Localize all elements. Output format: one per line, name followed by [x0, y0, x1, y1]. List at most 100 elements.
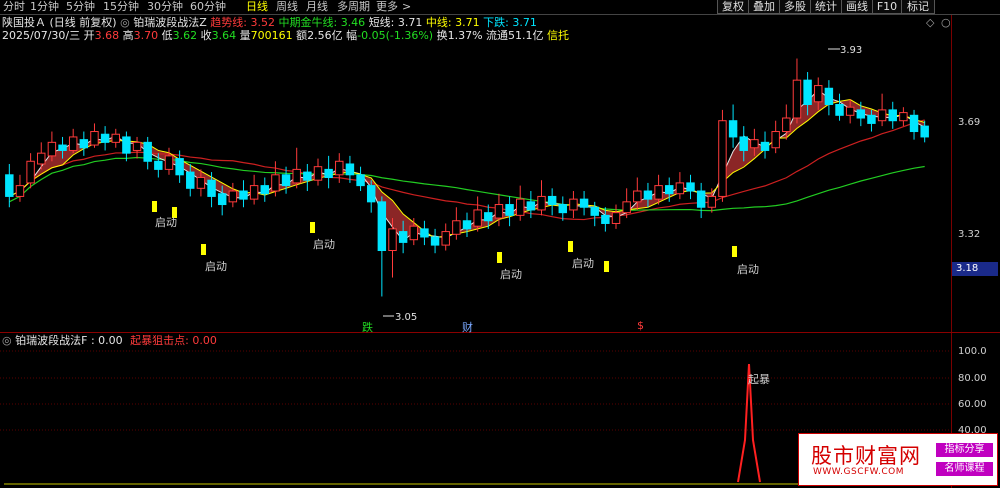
candle-down: [143, 141, 152, 162]
candle-down: [5, 174, 14, 197]
candle-up: [271, 174, 280, 192]
candle-down: [100, 133, 110, 143]
candle-down: [760, 141, 770, 151]
sub-tick-60: 60.00: [958, 399, 987, 410]
candle-down: [217, 193, 227, 206]
candle-down: [579, 198, 589, 208]
price-tick-332: 3.32: [958, 229, 981, 240]
sub-tick-80: 80.00: [958, 373, 987, 384]
candle-up: [37, 152, 46, 165]
candle-up: [792, 79, 802, 119]
candle-down: [643, 190, 653, 200]
signal-label-4: 启动: [500, 268, 522, 281]
candle-down: [696, 190, 706, 208]
candle-down: [665, 185, 674, 195]
candle-down: [803, 79, 812, 105]
candle-up: [845, 106, 855, 116]
candle-up: [452, 220, 461, 235]
candle-up: [68, 136, 78, 151]
candle-up: [473, 209, 482, 227]
signal-marker: [732, 246, 737, 257]
candle-down: [601, 214, 610, 224]
candle-up: [814, 85, 823, 103]
candle-down: [686, 182, 695, 192]
candle-down: [590, 206, 599, 216]
candle-down: [154, 160, 163, 170]
candle-up: [249, 185, 259, 200]
candle-down: [186, 171, 195, 189]
candle-up: [388, 228, 397, 252]
dollar-mark: $: [637, 319, 644, 332]
candle-up: [132, 141, 142, 151]
watermark-title: 股市财富网: [811, 444, 921, 468]
candle-down: [505, 204, 514, 216]
candle-up: [47, 141, 57, 157]
watermark-badge-indicators: 指标分享: [936, 443, 993, 457]
candle-down: [58, 144, 67, 151]
candle-up: [899, 112, 908, 122]
candle-up: [622, 201, 631, 214]
watermark-url: WWW.GSCFW.COM: [813, 467, 905, 477]
candle-up: [537, 195, 546, 211]
sub-indicator-name[interactable]: 铂瑞波段战法F: [15, 334, 87, 347]
candle-up: [718, 120, 727, 197]
watermark-badge-courses: 名师课程: [936, 462, 993, 476]
signal-marker: [497, 252, 502, 263]
candle-up: [292, 168, 301, 184]
candle-down: [920, 125, 929, 138]
candle-down: [728, 120, 738, 138]
signal-label-3: 启动: [313, 238, 335, 251]
signal-marker: [201, 244, 206, 255]
sniper-signal-label: 起暴狙击点:: [130, 334, 189, 347]
candle-up: [771, 131, 780, 149]
candle-down: [888, 109, 897, 122]
candle-down: [824, 87, 834, 105]
sniper-signal-value: 0.00: [192, 334, 217, 347]
signal-label-6: 启动: [737, 263, 759, 276]
candle-down: [484, 212, 493, 222]
candle-down: [366, 185, 376, 203]
candle-up: [569, 198, 578, 211]
candle-up: [611, 212, 621, 224]
candle-down: [867, 114, 876, 124]
site-watermark: 股市财富网 WWW.GSCFW.COM 指标分享 名师课程: [798, 433, 998, 486]
wealth-mark: 财: [462, 321, 473, 334]
candle-up: [313, 166, 323, 181]
sub-tick-100: 100.0: [958, 346, 987, 357]
candle-down: [303, 171, 312, 181]
candle-up: [750, 139, 759, 149]
candle-down: [462, 220, 472, 230]
candle-up: [675, 182, 685, 195]
signal-marker: [310, 222, 315, 233]
sub-indicator-toggle-icon[interactable]: ◎: [2, 334, 12, 347]
signal-marker: [152, 201, 157, 212]
candle-up: [26, 160, 35, 184]
candle-up: [15, 185, 25, 197]
explosion-peak-label: 起暴: [748, 373, 770, 386]
candle-down: [430, 236, 440, 246]
candle-down: [356, 174, 365, 187]
candle-down: [526, 201, 536, 211]
current-price-tag: 3.18: [952, 262, 998, 276]
candle-down: [739, 136, 748, 151]
candlestick-chart[interactable]: [0, 0, 1000, 488]
signal-marker: [604, 261, 609, 272]
candle-up: [633, 190, 642, 203]
candle-up: [877, 109, 887, 122]
candle-down: [377, 201, 387, 252]
candle-down: [281, 174, 291, 187]
candle-down: [207, 179, 216, 197]
candle-down: [558, 204, 568, 214]
candle-down: [856, 109, 866, 119]
mid-bull-line: [9, 156, 925, 212]
candle-up: [707, 195, 717, 208]
high-price-mark: 3.93: [840, 45, 863, 56]
candle-down: [324, 168, 333, 179]
candle-down: [420, 228, 429, 238]
candle-down: [122, 136, 131, 154]
candle-down: [175, 158, 184, 176]
candle-down: [909, 114, 919, 133]
candle-down: [260, 185, 269, 195]
candle-up: [782, 117, 791, 133]
sub-indicator-header: ◎ 铂瑞波段战法F : 0.00 起暴狙击点: 0.00: [2, 334, 217, 347]
